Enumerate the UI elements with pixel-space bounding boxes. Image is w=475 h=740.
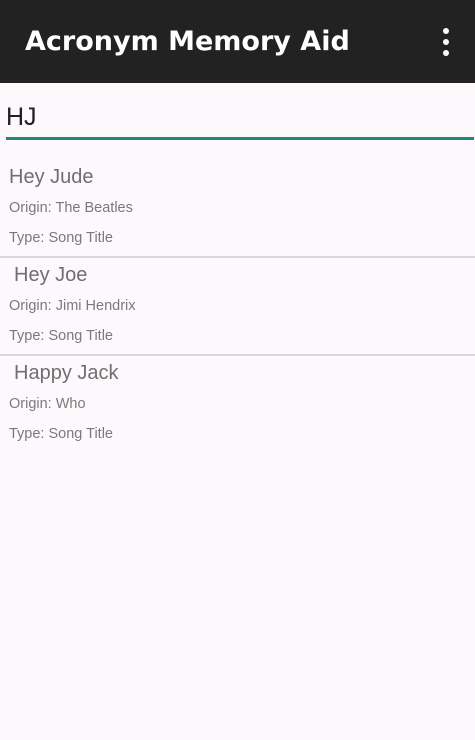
- result-title: Happy Jack: [14, 362, 119, 384]
- menu-dot: [443, 28, 449, 34]
- results-list: Hey Jude Origin: The Beatles Type: Song …: [0, 160, 475, 454]
- result-type: Type: Song Title: [9, 426, 113, 442]
- result-title: Hey Joe: [14, 264, 88, 286]
- result-type: Type: Song Title: [9, 328, 113, 344]
- menu-dot: [443, 39, 449, 45]
- more-vert-icon[interactable]: [431, 24, 461, 60]
- result-origin: Origin: Jimi Hendrix: [9, 298, 136, 314]
- result-title: Hey Jude: [9, 166, 94, 188]
- list-item[interactable]: Hey Jude Origin: The Beatles Type: Song …: [0, 160, 475, 258]
- list-item[interactable]: Hey Joe Origin: Jimi Hendrix Type: Song …: [0, 258, 475, 356]
- menu-dot: [443, 50, 449, 56]
- app-bar: Acronym Memory Aid: [0, 0, 475, 83]
- result-type: Type: Song Title: [9, 230, 113, 246]
- app-title: Acronym Memory Aid: [25, 26, 350, 57]
- result-origin: Origin: The Beatles: [9, 200, 133, 216]
- result-origin: Origin: Who: [9, 396, 86, 412]
- search-input[interactable]: [6, 98, 474, 140]
- list-item[interactable]: Happy Jack Origin: Who Type: Song Title: [0, 356, 475, 454]
